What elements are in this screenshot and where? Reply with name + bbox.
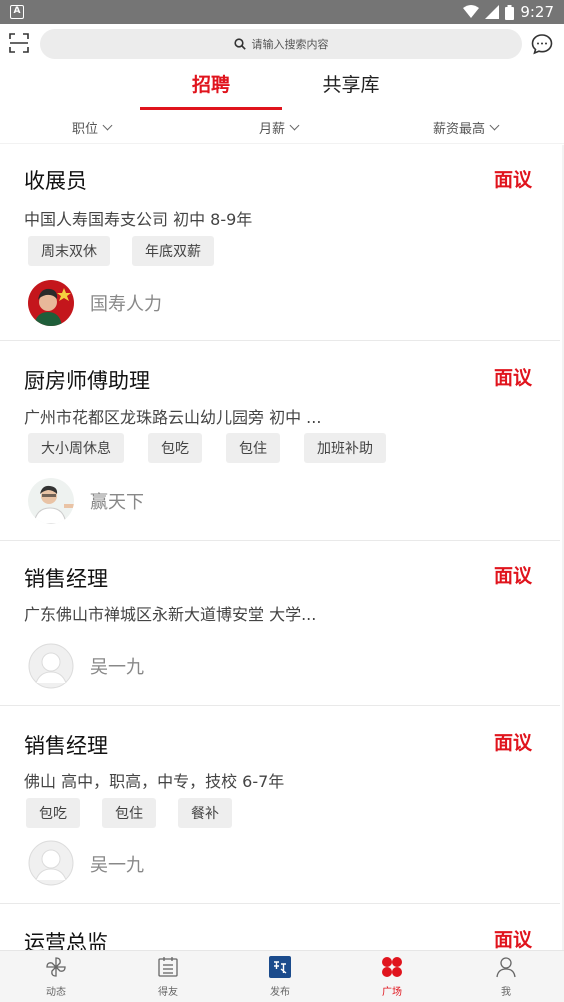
job-tag: 大小周休息 [28,433,124,463]
nav-label: 发布 [270,987,290,998]
avatar[interactable] [28,840,74,886]
search-icon [233,38,246,50]
filter-position[interactable]: 职位 [72,118,113,137]
job-tag: 餐补 [178,798,232,828]
job-tags: 大小周休息 包吃 包住 加班补助 [28,433,386,463]
job-tag: 包住 [226,433,280,463]
job-tag: 包吃 [26,798,80,828]
job-salary: 面议 [493,929,532,950]
signal-icon [485,5,500,19]
poster-name: 赢天下 [90,492,144,513]
job-title: 厨房师傅助理 [24,369,150,393]
job-tag: 年底双薪 [132,236,214,266]
job-meta: 广东佛山市禅城区永新大道博安堂 大学... [24,605,317,624]
job-title: 运营总监 [24,931,108,950]
scan-icon[interactable] [8,32,30,54]
tab-shared-library[interactable]: 共享库 [290,64,412,108]
four-dots-icon [382,957,402,977]
job-card[interactable]: 销售经理 面议 广东佛山市禅城区永新大道博安堂 大学... 吴一九 [0,541,560,706]
avatar-photo-icon [28,478,74,524]
default-avatar-icon [28,643,74,689]
tab-bar: 招聘 共享库 [0,64,564,110]
poster-name: 国寿人力 [90,294,162,315]
avatar[interactable] [28,643,74,689]
job-tag: 包住 [102,798,156,828]
bottom-nav: 动态 得友 发布 广场 我 [0,950,564,1002]
job-card[interactable]: 销售经理 面议 佛山 高中，职高，中专，技校 6-7年 包吃 包住 餐补 吴一九 [0,706,560,904]
status-icons: 9:27 [463,2,554,22]
job-tag: 包吃 [148,433,202,463]
filter-sort-salary[interactable]: 薪资最高 [433,118,500,137]
filter-sort-label: 薪资最高 [433,122,486,137]
clock-text: 9:27 [520,3,554,21]
publish-logo-icon [269,956,291,978]
job-tags: 周末双休 年底双薪 [28,236,214,266]
job-title: 销售经理 [24,734,108,758]
job-list: 收展员 面议 中国人寿国寿支公司 初中 8-9年 周末双休 年底双薪 国寿人力 … [0,145,564,950]
chevron-down-icon [489,120,500,131]
search-header: 请输入搜索内容 [0,24,564,64]
job-tag: 加班补助 [304,433,386,463]
nav-label: 动态 [46,987,66,998]
filter-monthly-salary[interactable]: 月薪 [259,118,300,137]
chevron-down-icon [289,120,300,131]
job-card[interactable]: 厨房师傅助理 面议 广州市花都区龙珠路云山幼儿园旁 初中 ... 大小周休息 包… [0,343,560,541]
avatar[interactable] [28,280,74,326]
job-title: 销售经理 [24,567,108,591]
calendar-list-icon [158,957,178,977]
nav-square[interactable]: 广场 [352,955,432,1001]
message-icon[interactable] [530,32,554,56]
nav-label: 我 [501,987,511,998]
nav-dynamic[interactable]: 动态 [16,955,96,1001]
job-salary: 面议 [493,565,532,587]
nav-label: 广场 [382,987,402,998]
job-card[interactable]: 运营总监 面议 [0,905,560,950]
filter-bar: 职位 月薪 薪资最高 [0,110,564,144]
pinwheel-icon [46,957,66,977]
notification-icon: A [10,5,24,19]
job-tags: 包吃 包住 餐补 [26,798,232,828]
default-avatar-icon [28,840,74,886]
poster-name: 吴一九 [90,855,144,876]
nav-label: 得友 [158,987,178,998]
job-salary: 面议 [493,169,532,191]
chevron-down-icon [102,120,113,131]
job-meta: 佛山 高中，职高，中专，技校 6-7年 [24,772,285,791]
status-bar: A 9:27 [0,0,564,24]
search-placeholder: 请输入搜索内容 [251,38,329,51]
job-meta: 中国人寿国寿支公司 初中 8-9年 [24,210,253,229]
search-input[interactable]: 请输入搜索内容 [40,29,522,59]
wifi-icon [463,5,480,18]
nav-publish[interactable]: 发布 [240,955,320,1001]
filter-salary-label: 月薪 [259,122,286,137]
job-salary: 面议 [493,732,532,754]
tab-recruit[interactable]: 招聘 [140,64,282,110]
nav-friends[interactable]: 得友 [128,955,208,1001]
job-meta: 广州市花都区龙珠路云山幼儿园旁 初中 ... [24,408,322,427]
job-card[interactable]: 收展员 面议 中国人寿国寿支公司 初中 8-9年 周末双休 年底双薪 国寿人力 [0,145,560,341]
battery-icon [505,4,515,20]
filter-position-label: 职位 [72,122,99,137]
nav-me[interactable]: 我 [466,955,546,1001]
job-tag: 周末双休 [28,236,110,266]
avatar[interactable] [28,478,74,524]
job-title: 收展员 [24,169,87,193]
person-icon [496,957,516,978]
job-salary: 面议 [493,367,532,389]
poster-name: 吴一九 [90,657,144,678]
avatar-photo-icon [28,280,74,326]
